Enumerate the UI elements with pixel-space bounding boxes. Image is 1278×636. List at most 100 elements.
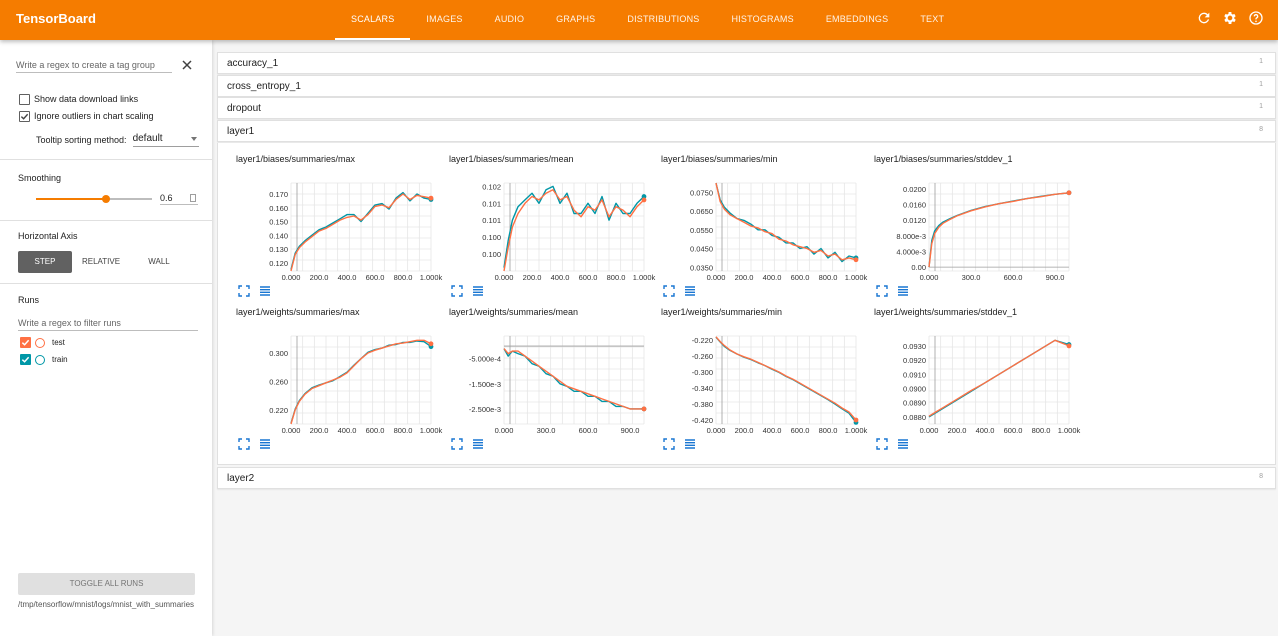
y-tick-label: 4.000e-3 bbox=[896, 247, 926, 256]
x-tick-label: 600.0 bbox=[579, 273, 598, 282]
tab-distributions[interactable]: DISTRIBUTIONS bbox=[611, 0, 715, 40]
fullscreen-icon[interactable] bbox=[451, 285, 463, 297]
run-checkbox-train[interactable] bbox=[20, 354, 31, 365]
run-item-train[interactable]: train bbox=[20, 354, 68, 365]
run-item-test[interactable]: test bbox=[20, 337, 65, 348]
fullscreen-icon[interactable] bbox=[663, 285, 675, 297]
tag-group-layer2[interactable]: layer2 8 bbox=[217, 467, 1276, 489]
list-icon[interactable] bbox=[684, 438, 696, 450]
chart-plot[interactable]: 0.300 0.260 0.220 0.000 200.0 400.0 600.0 800.0… bbox=[236, 319, 443, 435]
tag-group-name: accuracy_1 bbox=[227, 58, 279, 69]
y-tick-label: 0.0550 bbox=[690, 226, 713, 235]
list-icon[interactable] bbox=[259, 438, 271, 450]
x-tick-label: 200.0 bbox=[310, 273, 329, 282]
y-tick-label: 0.0650 bbox=[690, 207, 713, 216]
ignore-outliers-checkbox[interactable] bbox=[19, 110, 30, 122]
chart-plot[interactable]: 0.102 0.101 0.101 0.100 0.100 0.000 200.0 400.0… bbox=[449, 166, 655, 282]
x-tick-label: 600.0 bbox=[1004, 426, 1023, 435]
haxis-wall-button[interactable]: WALL bbox=[130, 251, 188, 273]
tab-audio[interactable]: AUDIO bbox=[479, 0, 541, 40]
series-last-point-test bbox=[1066, 190, 1072, 196]
smoothing-slider-knob[interactable] bbox=[101, 195, 110, 203]
x-tick-label: 600.0 bbox=[791, 426, 810, 435]
sidebar: Show data download links Ignore outliers… bbox=[0, 40, 212, 636]
help-icon[interactable] bbox=[1248, 10, 1264, 26]
fullscreen-icon[interactable] bbox=[451, 438, 463, 450]
smoothing-slider[interactable] bbox=[36, 195, 152, 203]
y-tick-label: 0.130 bbox=[269, 245, 288, 254]
run-color-swatch-test bbox=[35, 337, 45, 348]
list-icon[interactable] bbox=[472, 438, 484, 450]
tab-images[interactable]: IMAGES bbox=[410, 0, 478, 40]
show-download-checkbox[interactable] bbox=[19, 93, 30, 105]
fullscreen-icon[interactable] bbox=[238, 438, 250, 450]
y-tick-label: 0.140 bbox=[269, 231, 288, 240]
chart-actions bbox=[876, 438, 909, 450]
chart-actions bbox=[238, 285, 271, 297]
tab-scalars[interactable]: SCALARS bbox=[335, 0, 411, 40]
run-checkbox-test[interactable] bbox=[20, 337, 31, 348]
y-tick-label: 0.0890 bbox=[903, 399, 926, 408]
y-tick-label: 0.0900 bbox=[903, 385, 926, 394]
tag-regex-row bbox=[16, 57, 196, 75]
fullscreen-icon[interactable] bbox=[876, 438, 888, 450]
chart-actions bbox=[451, 285, 484, 297]
settings-icon[interactable] bbox=[1222, 10, 1238, 26]
ignore-outliers-label: Ignore outliers in chart scaling bbox=[34, 111, 154, 121]
tag-group-layer1[interactable]: layer1 8 bbox=[217, 120, 1276, 142]
smoothing-value: 0.6 bbox=[160, 193, 173, 203]
tag-regex-input[interactable] bbox=[16, 57, 172, 73]
y-tick-label: 0.0200 bbox=[903, 185, 926, 194]
tab-text[interactable]: TEXT bbox=[904, 0, 960, 40]
y-tick-label: 0.170 bbox=[269, 190, 288, 199]
smoothing-input[interactable]: 0.6 bbox=[160, 192, 198, 205]
scalar-chart: layer1/biases/summaries/stddev_1 0.0200 0.… bbox=[874, 154, 1074, 300]
show-download-links-option[interactable]: Show data download links bbox=[19, 93, 138, 105]
chart-plot[interactable]: -0.220 -0.260 -0.300 -0.340 -0.380 -0.4200.00… bbox=[661, 319, 868, 435]
list-icon[interactable] bbox=[897, 438, 909, 450]
tab-histograms[interactable]: HISTOGRAMS bbox=[715, 0, 809, 40]
x-tick-label: 0.000 bbox=[920, 426, 939, 435]
layer1-charts-panel: layer1/biases/summaries/max 0.170 0.160 0.1… bbox=[217, 143, 1276, 465]
list-icon[interactable] bbox=[897, 285, 909, 297]
chart-title: layer1/biases/summaries/stddev_1 bbox=[874, 154, 1013, 164]
x-tick-label: 800.0 bbox=[819, 273, 838, 282]
y-tick-label: -5.000e-4 bbox=[469, 355, 501, 364]
list-icon[interactable] bbox=[684, 285, 696, 297]
app-title: TensorBoard bbox=[16, 11, 96, 26]
toggle-all-runs-button[interactable]: TOGGLE ALL RUNS bbox=[18, 573, 195, 595]
y-tick-label: 0.0450 bbox=[690, 245, 713, 254]
tag-group-dropout[interactable]: dropout 1 bbox=[217, 97, 1276, 119]
haxis-relative-button[interactable]: RELATIVE bbox=[72, 251, 130, 273]
chart-plot[interactable]: 0.0930 0.0920 0.0910 0.0900 0.0890 0.0880 0.00… bbox=[874, 319, 1081, 435]
fullscreen-icon[interactable] bbox=[238, 285, 250, 297]
y-tick-label: 0.220 bbox=[269, 406, 288, 415]
runs-filter-input[interactable] bbox=[18, 316, 198, 331]
tooltip-sorting-select[interactable]: default bbox=[132, 133, 199, 147]
x-tick-label: 400.0 bbox=[338, 426, 357, 435]
y-tick-label: 0.101 bbox=[482, 216, 501, 225]
checkmark-icon bbox=[21, 356, 30, 363]
haxis-step-button[interactable]: STEP bbox=[18, 251, 72, 273]
ignore-outliers-option[interactable]: Ignore outliers in chart scaling bbox=[19, 110, 154, 122]
tab-embeddings[interactable]: EMBEDDINGS bbox=[810, 0, 905, 40]
fullscreen-icon[interactable] bbox=[876, 285, 888, 297]
x-tick-label: 1.000k bbox=[420, 426, 443, 435]
checkmark-icon bbox=[21, 339, 30, 346]
series-last-point-test bbox=[428, 195, 434, 201]
tag-group-accuracy[interactable]: accuracy_1 1 bbox=[217, 52, 1276, 74]
chart-actions bbox=[238, 438, 271, 450]
close-icon[interactable] bbox=[180, 58, 194, 72]
list-icon[interactable] bbox=[259, 285, 271, 297]
spinner-icon[interactable] bbox=[190, 194, 196, 202]
chart-plot[interactable]: 0.0750 0.0650 0.0550 0.0450 0.03500.000 200.0… bbox=[661, 166, 868, 282]
scalar-chart: layer1/weights/summaries/mean -5.000e-4 -1… bbox=[449, 307, 649, 453]
tab-graphs[interactable]: GRAPHS bbox=[540, 0, 611, 40]
chart-plot[interactable]: -5.000e-4 -1.500e-3 -2.500e-3 0.000 300.0 600… bbox=[449, 319, 649, 435]
chart-plot[interactable]: 0.0200 0.0160 0.0120 8.000e-3 4.000e-3 0.000.… bbox=[874, 166, 1074, 282]
chart-plot[interactable]: 0.170 0.160 0.150 0.140 0.130 0.120 0.000 200.0… bbox=[236, 166, 443, 282]
list-icon[interactable] bbox=[472, 285, 484, 297]
refresh-icon[interactable] bbox=[1196, 10, 1212, 26]
tag-group-cross-entropy[interactable]: cross_entropy_1 1 bbox=[217, 75, 1276, 97]
fullscreen-icon[interactable] bbox=[663, 438, 675, 450]
